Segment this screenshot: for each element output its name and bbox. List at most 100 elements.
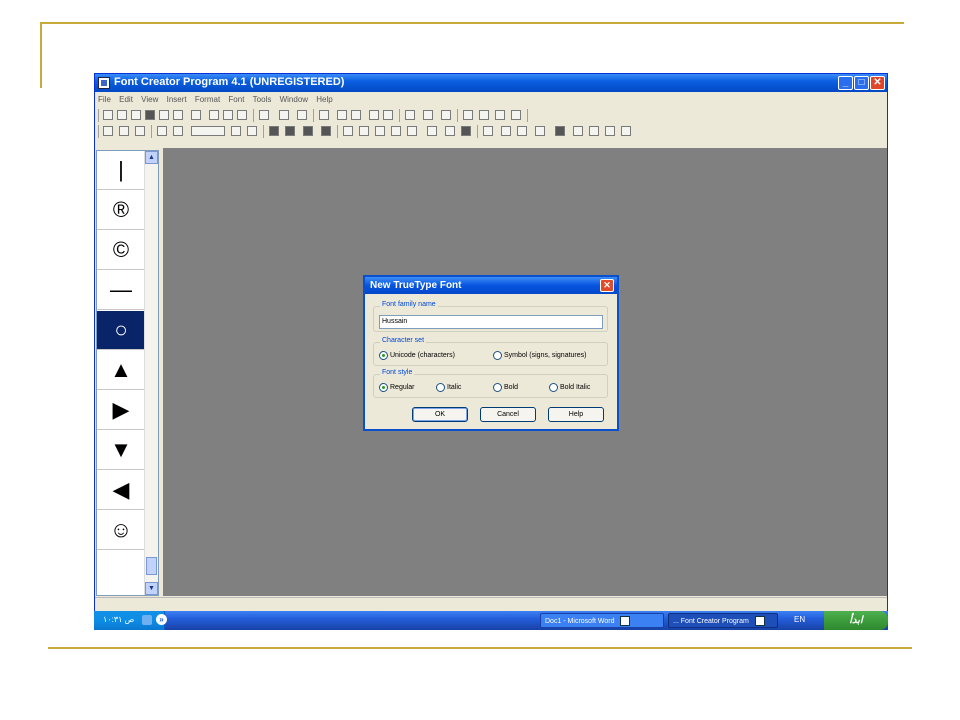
print-icon[interactable] — [191, 110, 201, 120]
glyph-triangle-up[interactable]: ▲ — [97, 351, 145, 390]
refresh-icon[interactable] — [297, 110, 307, 120]
hint-icon[interactable] — [441, 110, 451, 120]
task-word-button[interactable]: Doc1 - Microsoft Word — [540, 613, 664, 628]
preview-icon[interactable] — [369, 110, 379, 120]
new-icon[interactable] — [103, 110, 113, 120]
pin-icon[interactable] — [119, 126, 129, 136]
help-button[interactable]: Help — [548, 407, 604, 422]
link-icon[interactable] — [423, 110, 433, 120]
menu-view[interactable]: View — [138, 93, 161, 106]
grid-icon[interactable] — [247, 126, 257, 136]
open-folder-icon[interactable] — [131, 110, 141, 120]
copy-icon[interactable] — [223, 110, 233, 120]
arrow-left-icon[interactable] — [303, 126, 313, 136]
menu-insert[interactable]: Insert — [164, 93, 190, 106]
select-icon[interactable] — [103, 126, 113, 136]
glyph-dash[interactable]: — — [97, 271, 145, 310]
pen-icon[interactable] — [351, 110, 361, 120]
layout-5-icon[interactable] — [407, 126, 417, 136]
start-button[interactable]: ابدأ — [824, 611, 888, 630]
save-icon[interactable] — [145, 110, 155, 120]
shape-3-icon[interactable] — [605, 126, 615, 136]
glyph-triangle-down[interactable]: ▼ — [97, 431, 145, 470]
copy-glyph-icon[interactable] — [517, 126, 527, 136]
glyph-scrollbar[interactable]: ▲ ▼ — [144, 151, 158, 595]
menu-help[interactable]: Help — [313, 93, 335, 106]
stop-icon[interactable] — [555, 126, 565, 136]
style-bold-italic-radio[interactable]: Bold Italic — [549, 383, 590, 392]
cut-icon[interactable] — [209, 110, 219, 120]
layout-2-icon[interactable] — [359, 126, 369, 136]
glyph-triangle-right[interactable]: ▶ — [97, 391, 145, 430]
shape-2-icon[interactable] — [589, 126, 599, 136]
save-all-icon[interactable] — [159, 110, 169, 120]
glyph-props-icon[interactable] — [319, 110, 329, 120]
shape-4-icon[interactable] — [621, 126, 631, 136]
fill-icon[interactable] — [461, 126, 471, 136]
task-fontcreator-button[interactable]: ... Font Creator Program — [668, 613, 778, 628]
style-bold-radio[interactable]: Bold — [493, 383, 518, 392]
open-icon[interactable] — [117, 110, 127, 120]
point-icon[interactable] — [269, 126, 279, 136]
redo-icon[interactable] — [279, 110, 289, 120]
layout-3-icon[interactable] — [375, 126, 385, 136]
glyph-circle[interactable]: ○ — [97, 311, 145, 350]
menu-edit[interactable]: Edit — [116, 93, 136, 106]
title-bar[interactable]: Font Creator Program 4.1 (UNREGISTERED) … — [95, 74, 887, 92]
menu-format[interactable]: Format — [192, 93, 223, 106]
maximize-button[interactable]: □ — [854, 76, 869, 90]
scroll-up-button[interactable]: ▲ — [145, 151, 158, 164]
menu-file[interactable]: File — [95, 93, 114, 106]
close-button[interactable]: ✕ — [870, 76, 885, 90]
layout-1-icon[interactable] — [343, 126, 353, 136]
image-icon[interactable] — [135, 126, 145, 136]
glyph-vertical-bar[interactable]: | — [97, 151, 145, 190]
mirror-icon[interactable] — [479, 110, 489, 120]
dialog-title-bar[interactable]: New TrueType Font ✕ — [365, 277, 617, 294]
arrow-right-icon[interactable] — [321, 126, 331, 136]
network-icon[interactable] — [142, 615, 152, 625]
zoom-out-icon[interactable] — [173, 126, 183, 136]
menu-font[interactable]: Font — [225, 93, 247, 106]
contour-icon[interactable] — [427, 126, 437, 136]
menu-tools[interactable]: Tools — [250, 93, 275, 106]
glyph-copyright[interactable]: © — [97, 231, 145, 270]
point-add-icon[interactable] — [285, 126, 295, 136]
layout-4-icon[interactable] — [391, 126, 401, 136]
search-icon[interactable] — [231, 126, 241, 136]
align-left-icon[interactable] — [463, 110, 473, 120]
style-regular-radio[interactable]: Regular — [379, 383, 415, 392]
zoom-icon[interactable] — [383, 110, 393, 120]
glyph-triangle-left[interactable]: ◀ — [97, 471, 145, 510]
zoom-in-icon[interactable] — [157, 126, 167, 136]
tray-clock[interactable]: ۱۰:۳۱ ص — [103, 615, 134, 624]
export-icon[interactable] — [173, 110, 183, 120]
scroll-down-button[interactable]: ▼ — [145, 582, 158, 595]
charset-symbol-radio[interactable]: Symbol (signs, signatures) — [493, 351, 586, 360]
ok-button[interactable]: OK — [412, 407, 468, 422]
family-name-input[interactable]: Hussain — [379, 315, 603, 329]
glyph-registered[interactable]: ® — [97, 191, 145, 230]
undo-icon[interactable] — [259, 110, 269, 120]
scroll-thumb[interactable] — [146, 557, 157, 575]
rotate-icon[interactable] — [511, 110, 521, 120]
minimize-button[interactable]: _ — [838, 76, 853, 90]
dialog-close-button[interactable]: ✕ — [600, 279, 614, 292]
target-icon[interactable] — [501, 126, 511, 136]
validate-icon[interactable] — [483, 126, 493, 136]
language-indicator[interactable]: EN — [794, 615, 805, 624]
paste-icon[interactable] — [237, 110, 247, 120]
erase-icon[interactable] — [405, 110, 415, 120]
charset-unicode-radio[interactable]: Unicode (characters) — [379, 351, 455, 360]
text-icon[interactable] — [337, 110, 347, 120]
shape-1-icon[interactable] — [573, 126, 583, 136]
cancel-button[interactable]: Cancel — [480, 407, 536, 422]
app-icon[interactable] — [98, 77, 110, 89]
zoom-field[interactable] — [191, 126, 225, 136]
menu-window[interactable]: Window — [277, 93, 311, 106]
style-italic-radio[interactable]: Italic — [436, 383, 461, 392]
show-hidden-icons-button[interactable]: » — [156, 614, 167, 625]
align-center-icon[interactable] — [495, 110, 505, 120]
glyph-smiley[interactable]: ☺ — [97, 511, 145, 550]
merge-icon[interactable] — [445, 126, 455, 136]
